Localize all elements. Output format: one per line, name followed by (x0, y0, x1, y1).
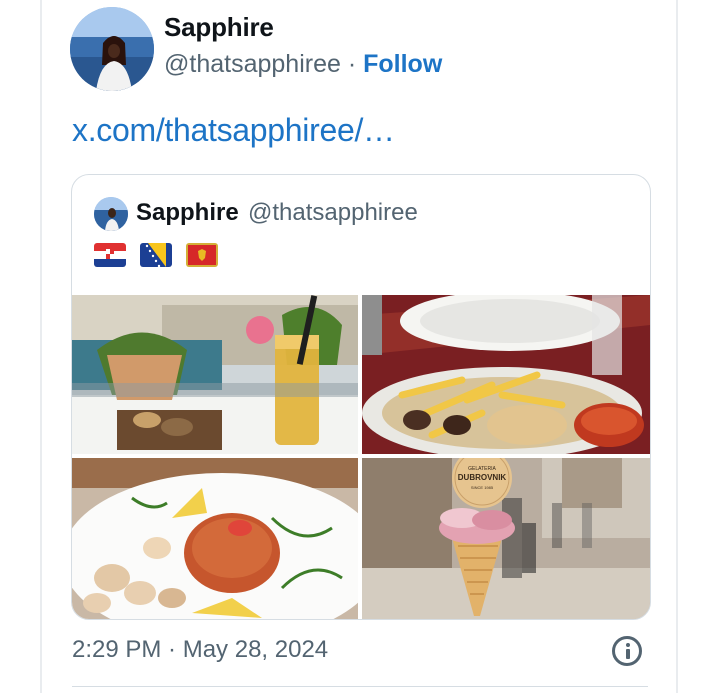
author-meta: @thatsapphiree · Follow (164, 50, 442, 79)
author-avatar[interactable] (70, 7, 154, 91)
bosnia-flag-icon (140, 243, 172, 267)
flag-emoji-row (94, 243, 218, 267)
tweet-link[interactable]: x.com/thatsapphiree/… (72, 112, 395, 149)
bottom-divider (72, 686, 648, 687)
quoted-tweet-card[interactable]: Sapphire @thatsapphiree DUBROVNIK GELATE… (71, 174, 651, 620)
author-name[interactable]: Sapphire (164, 12, 274, 43)
media-grid: DUBROVNIK GELATERIA SINCE 1985 (72, 295, 650, 619)
follow-button[interactable]: Follow (363, 50, 442, 78)
svg-text:GELATERIA: GELATERIA (468, 466, 496, 472)
info-icon[interactable] (612, 636, 642, 666)
timeline-border-left (40, 0, 42, 693)
dubrovnik-gelato-photo[interactable]: DUBROVNIK GELATERIA SINCE 1985 (362, 458, 650, 619)
meta-separator: · (347, 50, 357, 78)
author-handle[interactable]: @thatsapphiree (164, 50, 341, 78)
quoted-author-handle[interactable]: @thatsapphiree (248, 199, 418, 227)
svg-text:DUBROVNIK: DUBROVNIK (458, 473, 507, 482)
timeline-border-right (676, 0, 678, 693)
tweet-timestamp[interactable]: 2:29 PM · May 28, 2024 (72, 636, 328, 664)
montenegro-flag-icon (186, 243, 218, 267)
cafe-drinks-photo[interactable] (72, 295, 358, 454)
kebab-fries-photo[interactable] (362, 295, 650, 454)
risotto-shrimp-photo[interactable] (72, 458, 358, 619)
info-icon-dot (625, 643, 630, 647)
quoted-author-avatar[interactable] (94, 197, 128, 231)
svg-text:SINCE 1985: SINCE 1985 (471, 485, 494, 490)
croatia-flag-icon (94, 243, 126, 267)
info-icon-bar (625, 649, 630, 659)
quoted-author-name[interactable]: Sapphire (136, 199, 239, 227)
